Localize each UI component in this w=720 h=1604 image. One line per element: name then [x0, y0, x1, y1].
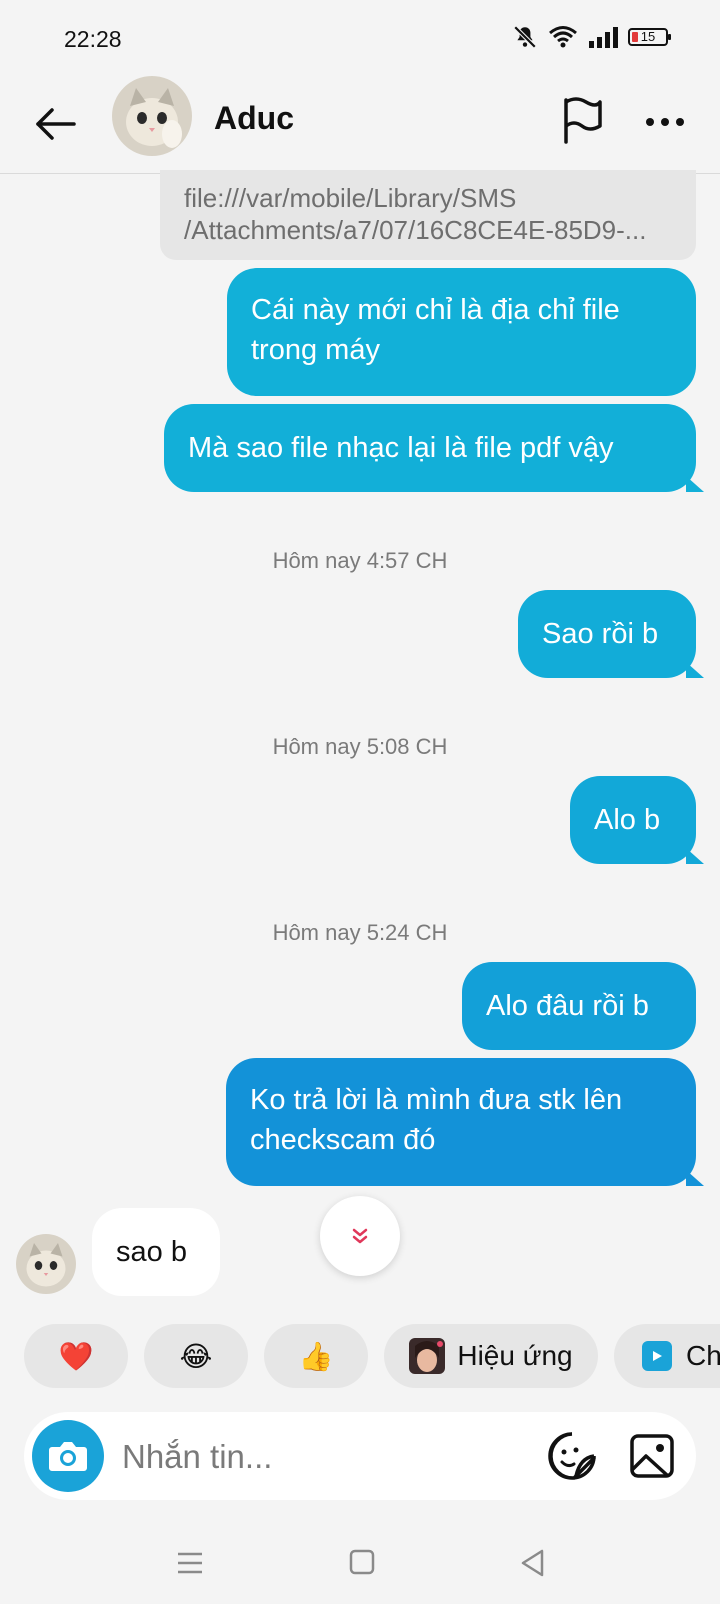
chat-screen: 22:28 15 Aduc file:///var/mobile/Library…: [0, 0, 720, 1604]
laugh-icon: 😂: [179, 1340, 213, 1372]
sticker-icon[interactable]: [544, 1428, 600, 1484]
message-text: Sao rồi b: [542, 618, 659, 650]
message-text: Alo đâu rồi b: [486, 990, 649, 1022]
signal-icon: [589, 27, 618, 48]
status-icons: 15: [512, 24, 671, 50]
file-path-line: file:///var/mobile/Library/SMS: [184, 183, 517, 213]
menu-icon[interactable]: [170, 1546, 210, 1580]
message-composer: [24, 1412, 696, 1500]
double-chevron-down-icon: [352, 1228, 368, 1244]
scroll-to-bottom-button[interactable]: [320, 1196, 400, 1276]
play-icon: [642, 1341, 672, 1371]
timestamp: Hôm nay 5:08 CH: [272, 734, 448, 759]
battery-icon: 15: [628, 28, 671, 46]
flag-icon[interactable]: [560, 96, 606, 146]
message-input[interactable]: [120, 1432, 514, 1482]
heart-icon: ❤️: [58, 1340, 94, 1372]
message-text: Alo b: [594, 804, 661, 836]
bell-muted-icon: [513, 25, 537, 49]
outgoing-message[interactable]: Ko trả lời là mình đưa stk lên checkscam…: [226, 1058, 696, 1186]
effects-thumbnail: [409, 1338, 446, 1374]
camera-icon: [49, 1442, 87, 1471]
message-text: Mà sao file nhạc lại là file pdf vậy: [188, 432, 614, 464]
home-icon[interactable]: [342, 1546, 382, 1580]
system-nav-bar: [0, 1520, 720, 1604]
camera-button[interactable]: [32, 1420, 104, 1492]
battery-nub: [668, 34, 671, 40]
file-path-line: /Attachments/a7/07/16C8CE4E-85D9-...: [184, 215, 647, 245]
laugh-reaction[interactable]: 😂: [144, 1324, 248, 1388]
timestamp: Hôm nay 4:57 CH: [272, 548, 448, 573]
thumbs-up-icon: 👍: [298, 1340, 334, 1372]
effects-chip[interactable]: Hiệu ứng: [384, 1324, 598, 1388]
battery-text: 15: [640, 29, 656, 44]
gallery-icon[interactable]: [624, 1428, 680, 1484]
status-bar: 22:28 15: [0, 0, 720, 80]
heart-reaction[interactable]: ❤️: [24, 1324, 128, 1388]
status-time: 22:28: [64, 26, 122, 52]
sender-avatar[interactable]: [16, 1234, 76, 1294]
message-text: Cái này mới chỉ là địa chỉ file trong má…: [251, 294, 620, 366]
timestamp: Hôm nay 5:24 CH: [272, 920, 448, 945]
chat-header: Aduc: [0, 76, 720, 174]
next-chip-label: Ch: [686, 1340, 720, 1371]
outgoing-message[interactable]: Cái này mới chỉ là địa chỉ file trong má…: [227, 268, 696, 396]
message-text: sao b: [116, 1236, 187, 1268]
thumbs-up-reaction[interactable]: 👍: [264, 1324, 368, 1388]
outgoing-message[interactable]: Alo b: [570, 776, 696, 864]
more-icon[interactable]: [640, 96, 690, 146]
outgoing-message[interactable]: Mà sao file nhạc lại là file pdf vậy: [164, 404, 696, 492]
effects-label: Hiệu ứng: [457, 1340, 573, 1371]
battery-level: [632, 32, 638, 42]
contact-avatar[interactable]: [112, 76, 192, 156]
message-text: Ko trả lời là mình đưa stk lên checkscam…: [250, 1084, 623, 1156]
contact-name[interactable]: Aduc: [214, 100, 294, 137]
quick-reactions: ❤️ 😂 👍 Hiệu ứng Ch: [0, 1324, 720, 1390]
incoming-message[interactable]: sao b: [92, 1208, 220, 1296]
next-chip[interactable]: Ch: [614, 1324, 720, 1388]
back-triangle-icon[interactable]: [514, 1546, 554, 1580]
wifi-icon: [549, 26, 577, 48]
outgoing-message[interactable]: Sao rồi b: [518, 590, 696, 678]
back-arrow-icon[interactable]: [30, 98, 82, 150]
outgoing-message[interactable]: Alo đâu rồi b: [462, 962, 696, 1050]
file-path-message[interactable]: file:///var/mobile/Library/SMS /Attachme…: [160, 170, 696, 260]
